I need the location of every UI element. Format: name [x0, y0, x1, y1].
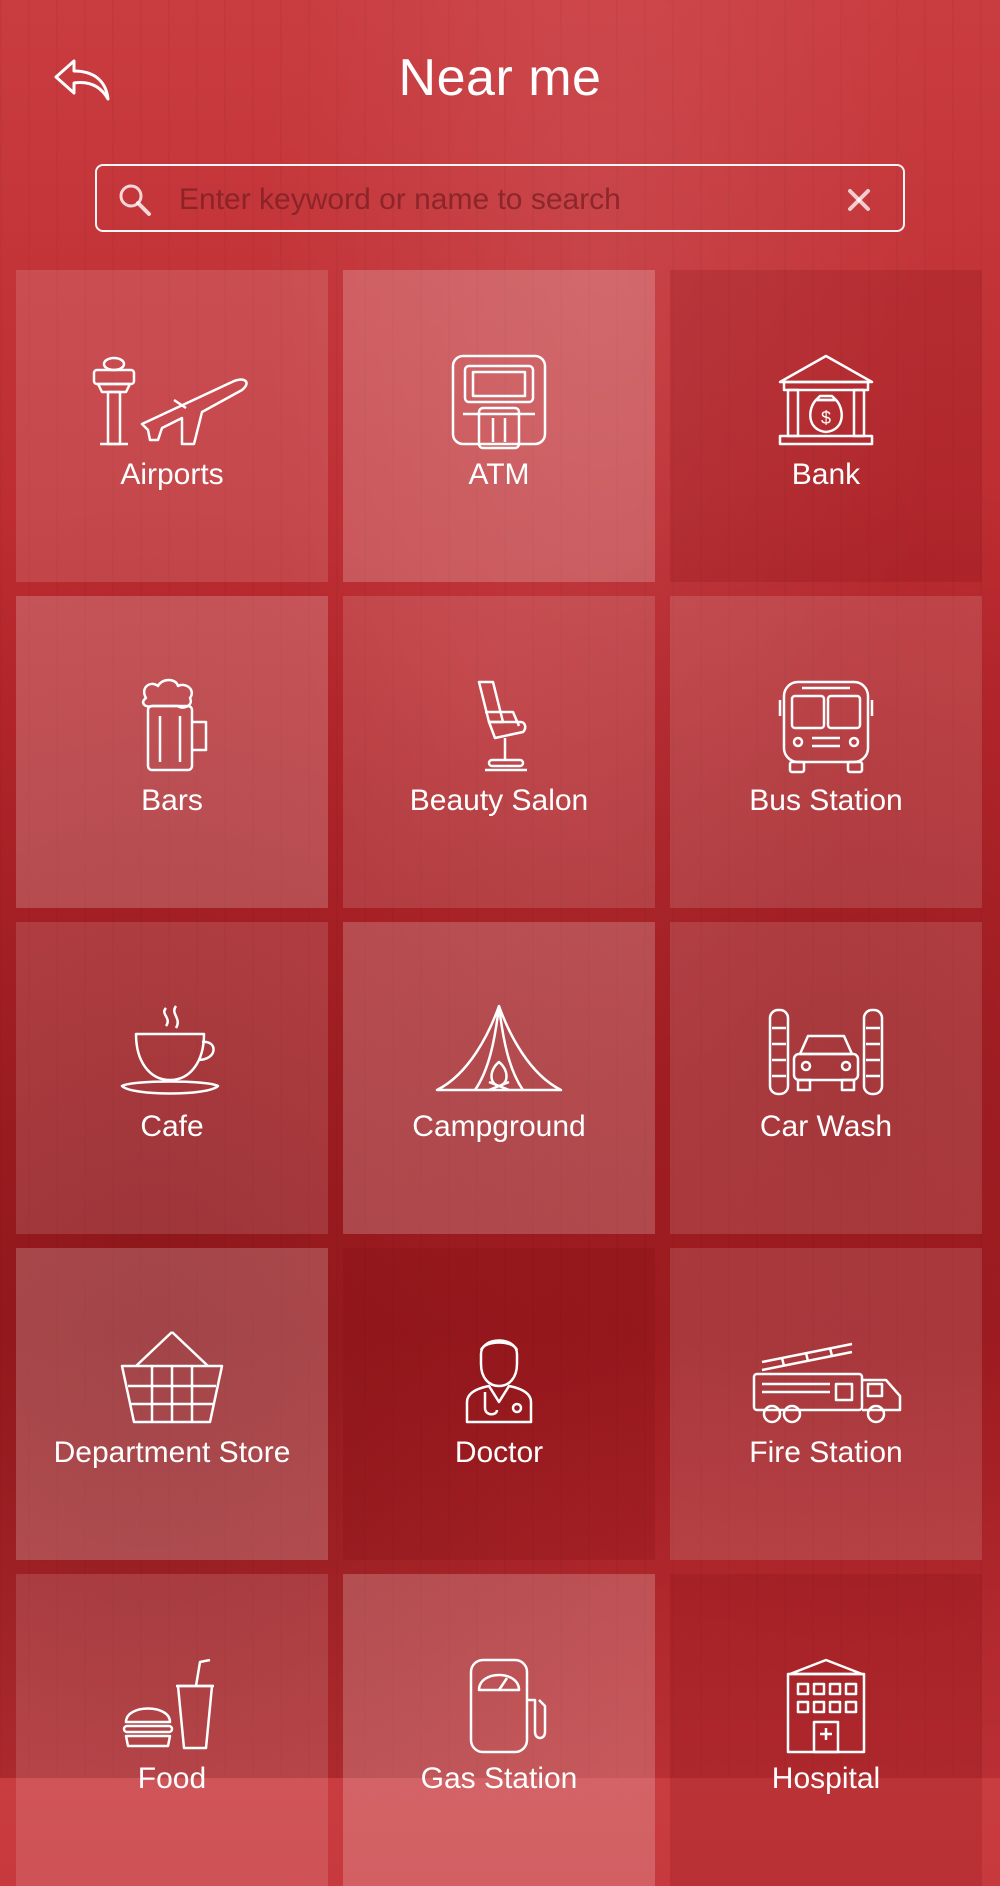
airport-icon	[92, 356, 248, 446]
category-tile-bank[interactable]: $ Bank	[670, 270, 982, 582]
category-grid: Airports ATM $ Bank Bars Beauty Salon Bu…	[16, 270, 982, 1886]
category-label: Fire Station	[749, 1436, 903, 1469]
atm-icon	[451, 354, 547, 450]
category-label: Airports	[120, 458, 224, 491]
category-label: Bank	[791, 458, 861, 491]
salon-chair-icon	[477, 680, 527, 772]
category-label: Hospital	[771, 1762, 881, 1795]
category-tile-car-wash[interactable]: Car Wash	[670, 922, 982, 1234]
bus-icon	[778, 680, 874, 774]
category-label: Cafe	[140, 1110, 204, 1143]
category-label: Food	[137, 1762, 207, 1795]
category-tile-bus-station[interactable]: Bus Station	[670, 596, 982, 908]
close-icon[interactable]	[845, 186, 873, 214]
car-wash-icon	[768, 1008, 884, 1096]
category-label: Doctor	[454, 1436, 544, 1469]
category-tile-campground[interactable]: Campground	[343, 922, 655, 1234]
category-label: Campground	[412, 1110, 586, 1143]
beer-mug-icon	[141, 678, 208, 772]
basket-icon	[120, 1331, 224, 1424]
category-label: Bars	[141, 784, 203, 817]
category-tile-cafe[interactable]: Cafe	[16, 922, 328, 1234]
category-tile-gas-station[interactable]: Gas Station	[343, 1574, 655, 1886]
svg-text:$: $	[821, 408, 831, 428]
category-tile-food[interactable]: Food	[16, 1574, 328, 1886]
doctor-icon	[465, 1339, 533, 1424]
coffee-cup-icon	[120, 1005, 220, 1095]
category-tile-hospital[interactable]: Hospital	[670, 1574, 982, 1886]
search-bar	[95, 164, 905, 232]
header: Near me	[0, 0, 1000, 150]
category-label: ATM	[468, 458, 530, 491]
category-tile-airports[interactable]: Airports	[16, 270, 328, 582]
page-title: Near me	[398, 49, 602, 107]
category-label: Gas Station	[420, 1762, 578, 1795]
category-tile-fire-station[interactable]: Fire Station	[670, 1248, 982, 1560]
category-tile-department-store[interactable]: Department Store	[16, 1248, 328, 1560]
burger-drink-icon	[122, 1658, 214, 1750]
fire-truck-icon	[752, 1342, 902, 1424]
category-label: Department Store	[53, 1436, 291, 1469]
bank-icon: $	[778, 354, 874, 446]
category-label: Bus Station	[749, 784, 903, 817]
category-tile-doctor[interactable]: Doctor	[343, 1248, 655, 1560]
search-icon	[119, 184, 151, 216]
category-label: Beauty Salon	[409, 784, 589, 817]
gas-pump-icon	[469, 1658, 547, 1754]
category-tile-bars[interactable]: Bars	[16, 596, 328, 908]
tent-icon	[435, 1004, 563, 1092]
category-label: Car Wash	[759, 1110, 893, 1143]
category-tile-beauty-salon[interactable]: Beauty Salon	[343, 596, 655, 908]
search-input[interactable]	[177, 176, 821, 224]
hospital-icon	[786, 1658, 866, 1754]
category-tile-atm[interactable]: ATM	[343, 270, 655, 582]
